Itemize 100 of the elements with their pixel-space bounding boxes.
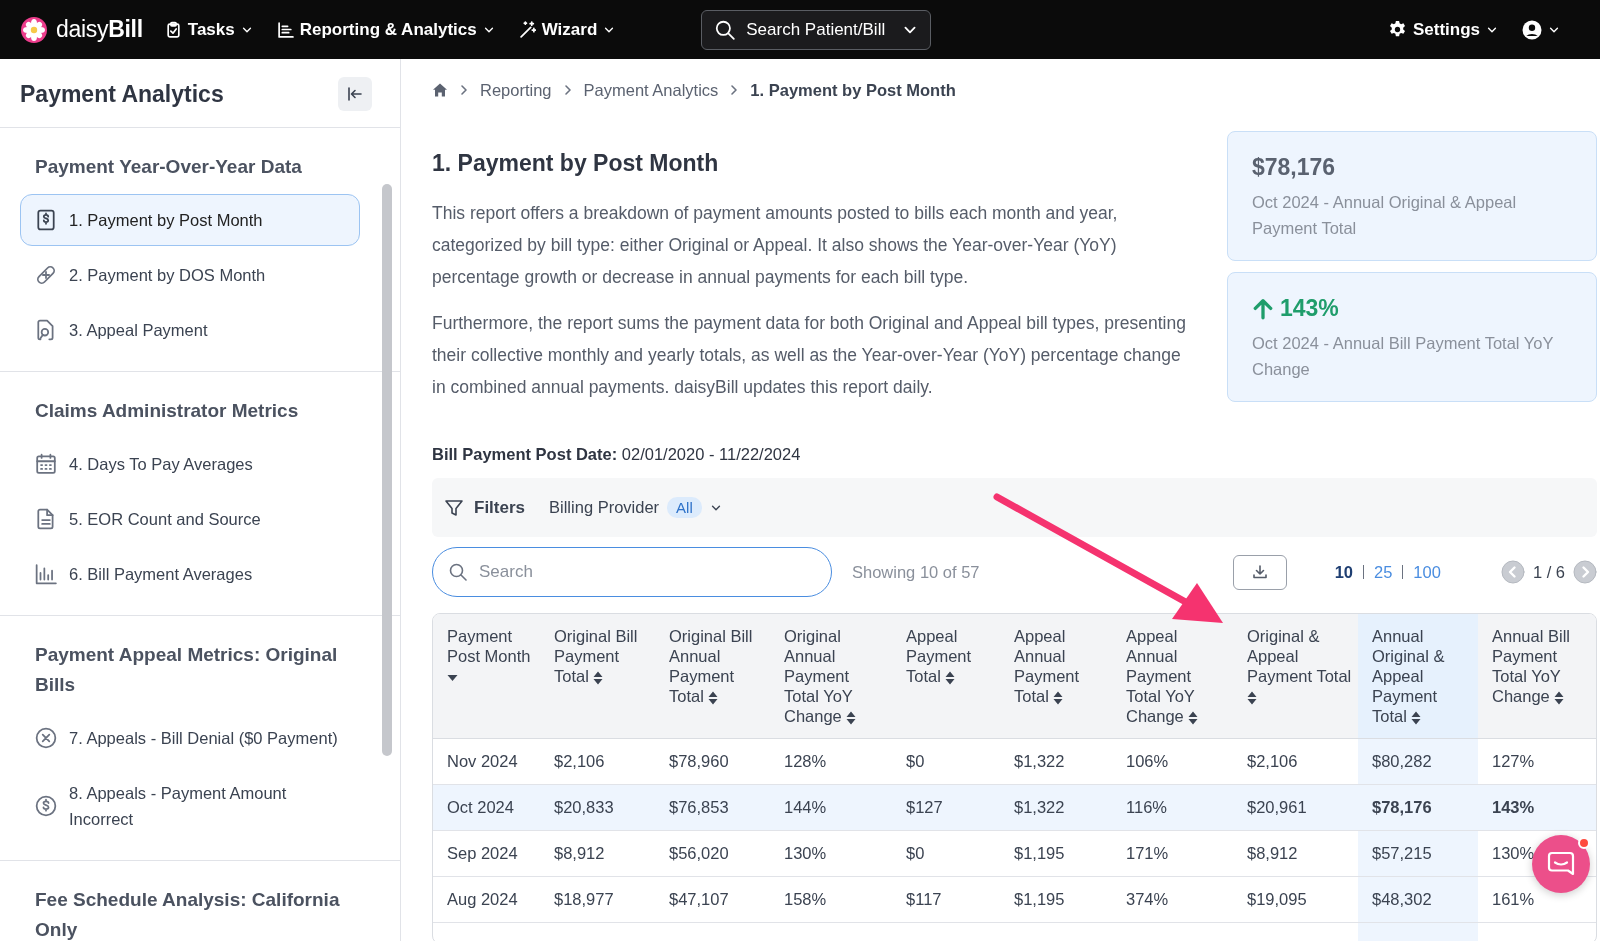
table-cell: $1,322 (1000, 738, 1112, 785)
calendar-icon (35, 453, 57, 475)
filter-icon (444, 497, 464, 518)
table-cell: 143% (1478, 784, 1596, 831)
section-heading: Payment Year-Over-Year Data (35, 155, 303, 179)
sidebar-item[interactable]: 6. Bill Payment Averages (20, 548, 360, 600)
stat-value: 143% (1280, 295, 1339, 322)
table-cell: $117 (892, 876, 1000, 923)
column-header[interactable]: Payment Post Month (433, 614, 540, 739)
download-icon (1251, 564, 1268, 580)
column-header[interactable]: Annual Bill Payment Total YoY Change (1478, 614, 1596, 739)
table-cell: Oct 2024 (433, 784, 540, 831)
logo-wordmark[interactable]: daisyBill (56, 16, 143, 43)
table-cell: $0 (892, 830, 1000, 877)
page-size-link[interactable]: 100 (1413, 562, 1441, 582)
sidebar-item[interactable]: 1. Payment by Post Month (20, 194, 360, 246)
dollar-circle-icon (35, 795, 57, 817)
billing-provider-dropdown[interactable]: Billing Provider All (549, 497, 722, 518)
table-cell: 158% (770, 876, 892, 923)
breadcrumb-current: 1. Payment by Post Month (750, 80, 956, 100)
scrollbar-thumb[interactable] (382, 184, 392, 756)
sidebar-item[interactable]: 2. Payment by DOS Month (20, 249, 360, 301)
filters-button[interactable]: Filters (444, 497, 526, 518)
table-cell: $20,833 (540, 784, 655, 831)
chevron-right-icon (458, 84, 470, 96)
user-menu-button[interactable] (1522, 19, 1560, 40)
section-heading: Fee Schedule Analysis: California Only (35, 888, 341, 941)
breadcrumb-link[interactable]: Reporting (480, 80, 552, 100)
column-header[interactable]: Appeal Annual Payment Total (1000, 614, 1112, 739)
table-cell: 116% (1112, 784, 1233, 831)
page-size-link[interactable]: 10 (1334, 562, 1353, 582)
stat-value: $78,176 (1252, 154, 1336, 181)
chart-icon (276, 21, 294, 38)
column-header[interactable]: Original Annual Payment Total YoY Change (770, 614, 892, 739)
settings-icon (1387, 20, 1407, 39)
stat-caption: Oct 2024 - Annual Bill Payment Total YoY Change (1252, 333, 1555, 380)
section-heading: Claims Administrator Metrics (35, 399, 300, 423)
user-avatar-icon (1522, 19, 1542, 40)
chat-button[interactable] (1532, 835, 1590, 893)
search-field[interactable]: Search (432, 547, 832, 597)
results-count: Showing 10 of 57 (852, 562, 980, 582)
sidebar-item[interactable]: 3. Appeal Payment (20, 304, 360, 356)
magic-wand-icon (518, 21, 536, 38)
report-description: Furthermore, the report sums the payment data for both Original and Appeal bill types, presenting their collective monthly and yearly totals, as well as the Year-over-Year (YoY) percentage change in combined annual payments. daisyBill updates this report daily. (432, 312, 1187, 399)
sidebar-title: Payment Analytics (20, 80, 224, 108)
download-button[interactable] (1232, 554, 1287, 590)
collapse-sidebar-button[interactable] (338, 77, 372, 111)
filter-value-badge: All (667, 497, 702, 518)
table-cell: $48,302 (1358, 876, 1478, 923)
table-cell: $20,961 (1233, 784, 1358, 831)
column-header[interactable]: Original Bill Annual Payment Total (655, 614, 770, 739)
table-cell: $56,020 (655, 830, 770, 877)
date-range-text: Bill Payment Post Date: 02/01/2020 - 11/22/2024 (432, 445, 802, 464)
table-cell: $1,195 (1000, 876, 1112, 923)
sidebar-item[interactable]: 5. EOR Count and Source (20, 493, 360, 545)
collapse-left-icon (346, 85, 364, 103)
column-header[interactable]: Original Bill Payment Total (540, 614, 655, 739)
x-circle-icon (35, 727, 57, 749)
dollar-document-icon (35, 209, 57, 231)
table-cell: $18,977 (540, 876, 655, 923)
sidebar-item[interactable]: 8. Appeals - Payment Amount Incorrect (20, 767, 360, 845)
table-cell: Sep 2024 (433, 830, 540, 877)
table-cell: 128% (770, 738, 892, 785)
flower-logo-icon[interactable] (20, 15, 48, 44)
home-icon[interactable] (432, 82, 448, 98)
section-heading: Payment Appeal Metrics: Original Bills (35, 643, 339, 697)
chat-bubble-icon (1547, 851, 1575, 877)
column-header[interactable]: Original & Appeal Payment Total (1233, 614, 1358, 739)
table-cell: $1,322 (1000, 784, 1112, 831)
page-indicator: 1 / 6 (1532, 562, 1565, 582)
table-cell: $0 (892, 738, 1000, 785)
report-title: 1. Payment by Post Month (432, 150, 720, 177)
table-cell: $80,282 (1358, 738, 1478, 785)
table-cell: 127% (1478, 738, 1596, 785)
nav-menu-button[interactable]: Tasks (164, 19, 253, 40)
column-header[interactable]: Annual Original & Appeal Payment Total (1358, 614, 1478, 739)
column-header[interactable]: Appeal Payment Total (892, 614, 1000, 739)
table-cell: $76,853 (655, 784, 770, 831)
table-cell: Nov 2024 (433, 738, 540, 785)
table-cell: $2,106 (540, 738, 655, 785)
table-cell: 374% (1112, 876, 1233, 923)
table-cell: $127 (892, 784, 1000, 831)
table-cell: 144% (770, 784, 892, 831)
breadcrumb-link[interactable]: Payment Analytics (583, 80, 719, 100)
search-patient-button[interactable]: Search Patient/Bill (701, 9, 932, 50)
nav-menu-button[interactable]: Wizard (518, 19, 616, 40)
table-cell: $57,215 (1358, 830, 1478, 877)
table-cell: $78,176 (1358, 784, 1478, 831)
search-icon (714, 18, 737, 41)
table-cell: $47,107 (655, 876, 770, 923)
nav-menu-button[interactable]: Reporting & Analytics (276, 19, 495, 40)
page-size-link[interactable]: 25 (1374, 562, 1393, 582)
table-cell: 171% (1112, 830, 1233, 877)
column-header[interactable]: Appeal Annual Payment Total YoY Change (1112, 614, 1233, 739)
clipboard-icon (164, 21, 182, 38)
table-cell: $8,912 (540, 830, 655, 877)
sidebar-item[interactable]: 4. Days To Pay Averages (20, 438, 360, 490)
sidebar-item[interactable]: 7. Appeals - Bill Denial ($0 Payment) (20, 712, 360, 764)
settings-menu-button[interactable]: Settings (1387, 19, 1498, 40)
report-description: This report offers a breakdown of payment amounts posted to bills each month and year, categorized by bill type: either Original or Appeal. It also shows the Year-over-Year (YoY) percentage growth or decrease in annual payments for each bill type. (432, 202, 1119, 289)
